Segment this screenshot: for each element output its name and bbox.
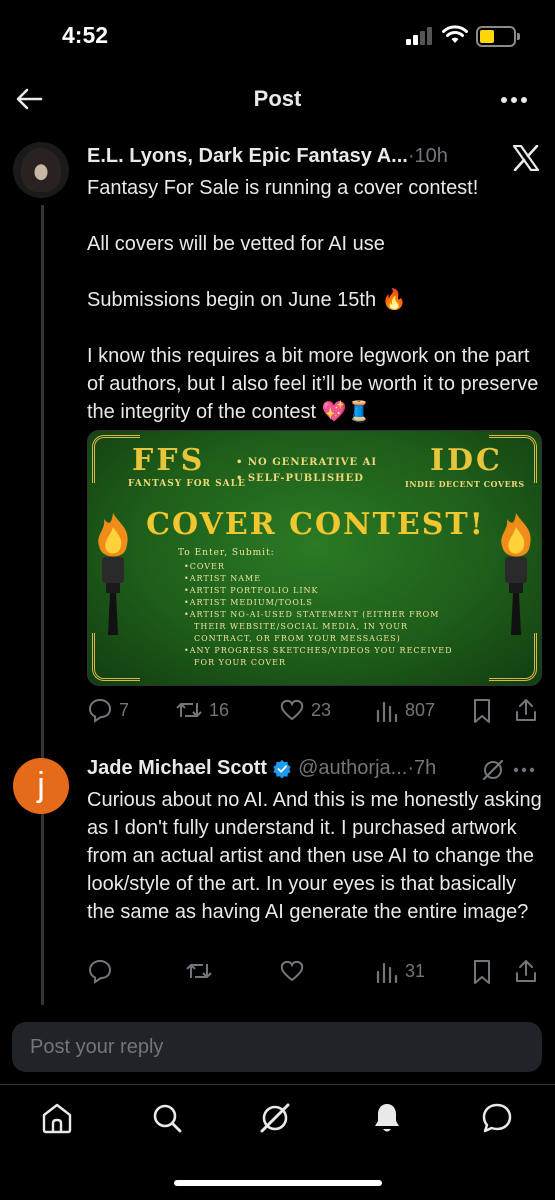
flaming-brush-icon [98, 513, 128, 635]
reply-button[interactable]: 7 [87, 697, 129, 723]
post-paragraph: Submissions begin on June 15th 🔥 [87, 289, 407, 311]
flaming-brush-icon [501, 513, 531, 635]
submission-item: Artist Name [184, 573, 474, 585]
share-icon[interactable] [513, 958, 539, 984]
submission-item: Any progress sketches/videos you receive… [184, 645, 474, 669]
reply-timestamp: ·7h [407, 757, 437, 779]
reply-author-avatar[interactable]: j [13, 758, 69, 814]
post-paragraph: All covers will be vetted for AI use [87, 233, 385, 255]
ornament-corner [92, 633, 140, 681]
contest-headline: Cover Contest! [146, 507, 485, 542]
ffs-subtitle: Fantasy For Sale [128, 479, 246, 489]
status-time: 4:52 [62, 22, 109, 48]
cellular-signal-icon [406, 27, 434, 45]
thread-line [41, 205, 44, 1005]
battery-icon [476, 26, 520, 47]
more-options-icon[interactable] [498, 88, 530, 112]
submission-item: Cover [184, 561, 474, 573]
repost-button[interactable]: 16 [175, 697, 229, 723]
post-body: Fantasy For Sale is running a cover cont… [87, 174, 542, 426]
promo-bullets: • No Generative AI • Self-Published [236, 455, 377, 487]
home-indicator [174, 1180, 382, 1186]
repost-icon [186, 964, 212, 978]
ornament-corner [489, 633, 537, 681]
promo-bullet: • Self-Published [236, 473, 364, 484]
post-paragraph: I know this requires a bit more legwork … [87, 345, 539, 423]
reply-icon [88, 959, 112, 984]
grok-icon[interactable] [258, 1101, 292, 1135]
notifications-bell-icon[interactable] [370, 1101, 404, 1135]
top-header: Post [0, 70, 555, 128]
reply-action-bar: 31 [87, 958, 547, 986]
reply-views-count: 31 [405, 960, 426, 981]
ffs-logo-text: FFS [132, 443, 206, 478]
post-author-line[interactable]: E.L. Lyons, Dark Epic Fantasy A...·10h [87, 145, 448, 168]
like-button[interactable]: 23 [279, 697, 331, 723]
submission-item: Artist Medium/Tools [184, 597, 474, 609]
reply-count: 7 [119, 699, 130, 720]
enter-label: To Enter, Submit: [178, 548, 275, 558]
bookmark-icon[interactable] [471, 698, 493, 724]
reply-repost-button[interactable] [185, 958, 213, 984]
views-count: 807 [405, 699, 436, 720]
views-icon [376, 701, 398, 723]
idc-subtitle: Indie Decent Covers [405, 479, 525, 489]
repost-icon [176, 703, 202, 717]
reply-more-icon[interactable] [512, 762, 536, 778]
author-name[interactable]: E.L. Lyons, Dark Epic Fantasy A... [87, 145, 408, 167]
submission-item: Artist No-AI-Used Statement (either from… [184, 609, 474, 645]
reply-composer [12, 1022, 542, 1072]
promo-bullet: • No Generative AI [236, 457, 378, 468]
post-paragraph: Fantasy For Sale is running a cover cont… [87, 177, 479, 199]
reply-views-button[interactable]: 31 [375, 958, 425, 984]
bookmark-icon[interactable] [471, 959, 493, 985]
heart-icon [280, 699, 304, 721]
x-logo-icon [512, 145, 540, 171]
verified-badge-icon [273, 759, 291, 779]
page-title: Post [253, 86, 302, 111]
reply-body: Curious about no AI. And this is me hone… [87, 789, 542, 923]
views-icon [376, 962, 398, 984]
repost-count: 16 [209, 699, 230, 720]
post-action-bar: 7 16 23 807 [87, 697, 547, 725]
status-bar: 4:52 [0, 0, 555, 70]
post-image[interactable]: FFS Fantasy For Sale • No Generative AI … [87, 430, 542, 686]
home-icon[interactable] [40, 1101, 74, 1135]
submission-list: Cover Artist Name Artist Portfolio Link … [184, 561, 474, 669]
share-icon[interactable] [513, 697, 539, 723]
search-icon[interactable] [150, 1101, 184, 1135]
like-count: 23 [311, 699, 332, 720]
reply-icon [88, 698, 112, 723]
grok-icon[interactable] [481, 758, 505, 782]
idc-logo-text: IDC [430, 443, 503, 478]
wifi-icon [442, 25, 468, 43]
reply-handle[interactable]: @authorja... [298, 757, 407, 780]
reply-like-button[interactable] [279, 958, 305, 984]
reply-author-name[interactable]: Jade Michael Scott [87, 757, 267, 780]
reply-author-line[interactable]: Jade Michael Scott @authorja... ·7h [87, 757, 436, 780]
reply-reply-button[interactable] [87, 958, 113, 984]
author-avatar[interactable] [13, 142, 69, 198]
heart-icon [280, 960, 304, 982]
post-timestamp: ·10h [407, 145, 448, 167]
messages-icon[interactable] [480, 1101, 514, 1135]
views-button[interactable]: 807 [375, 697, 435, 723]
submission-item: Artist Portfolio Link [184, 585, 474, 597]
reply-input[interactable] [12, 1022, 542, 1072]
